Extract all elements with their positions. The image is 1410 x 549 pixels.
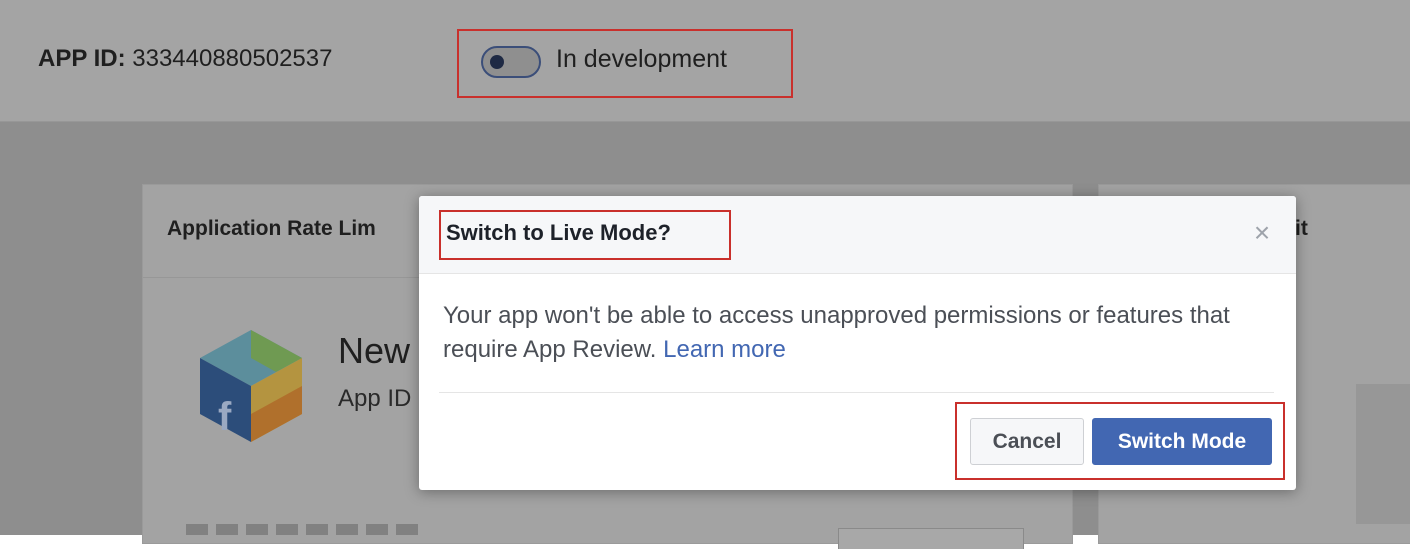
dialog-divider [439, 392, 1274, 393]
app-id-label: APP ID: [38, 45, 126, 72]
cancel-button[interactable]: Cancel [970, 418, 1084, 465]
background-button [838, 528, 1024, 549]
top-bar: APP ID: 333440880502537 In development [0, 0, 1410, 122]
switch-mode-dialog: Switch to Live Mode? × Your app won't be… [419, 196, 1296, 490]
toggle-knob [490, 55, 504, 69]
learn-more-link[interactable]: Learn more [663, 336, 786, 363]
close-icon[interactable]: × [1249, 219, 1275, 247]
switch-mode-button[interactable]: Switch Mode [1092, 418, 1272, 465]
background-text [186, 524, 426, 535]
mode-label: In development [556, 45, 727, 73]
dialog-title: Switch to Live Mode? [446, 220, 671, 245]
card2-title: it [1295, 217, 1308, 240]
app-id: APP ID: 333440880502537 [38, 45, 332, 73]
card-title: Application Rate Lim [167, 217, 376, 240]
dialog-header: Switch to Live Mode? × [419, 196, 1296, 274]
mode-toggle[interactable] [481, 46, 541, 78]
app-name: New [338, 330, 411, 371]
app-id-sub: App ID [338, 385, 412, 412]
secondary-card-panel [1356, 384, 1410, 524]
dialog-body: Your app won't be able to access unappro… [443, 299, 1263, 367]
app-logo-icon: f [200, 330, 302, 442]
dialog-message: Your app won't be able to access unappro… [443, 302, 1230, 363]
app-id-value: 333440880502537 [132, 45, 333, 72]
svg-text:f: f [218, 395, 232, 439]
